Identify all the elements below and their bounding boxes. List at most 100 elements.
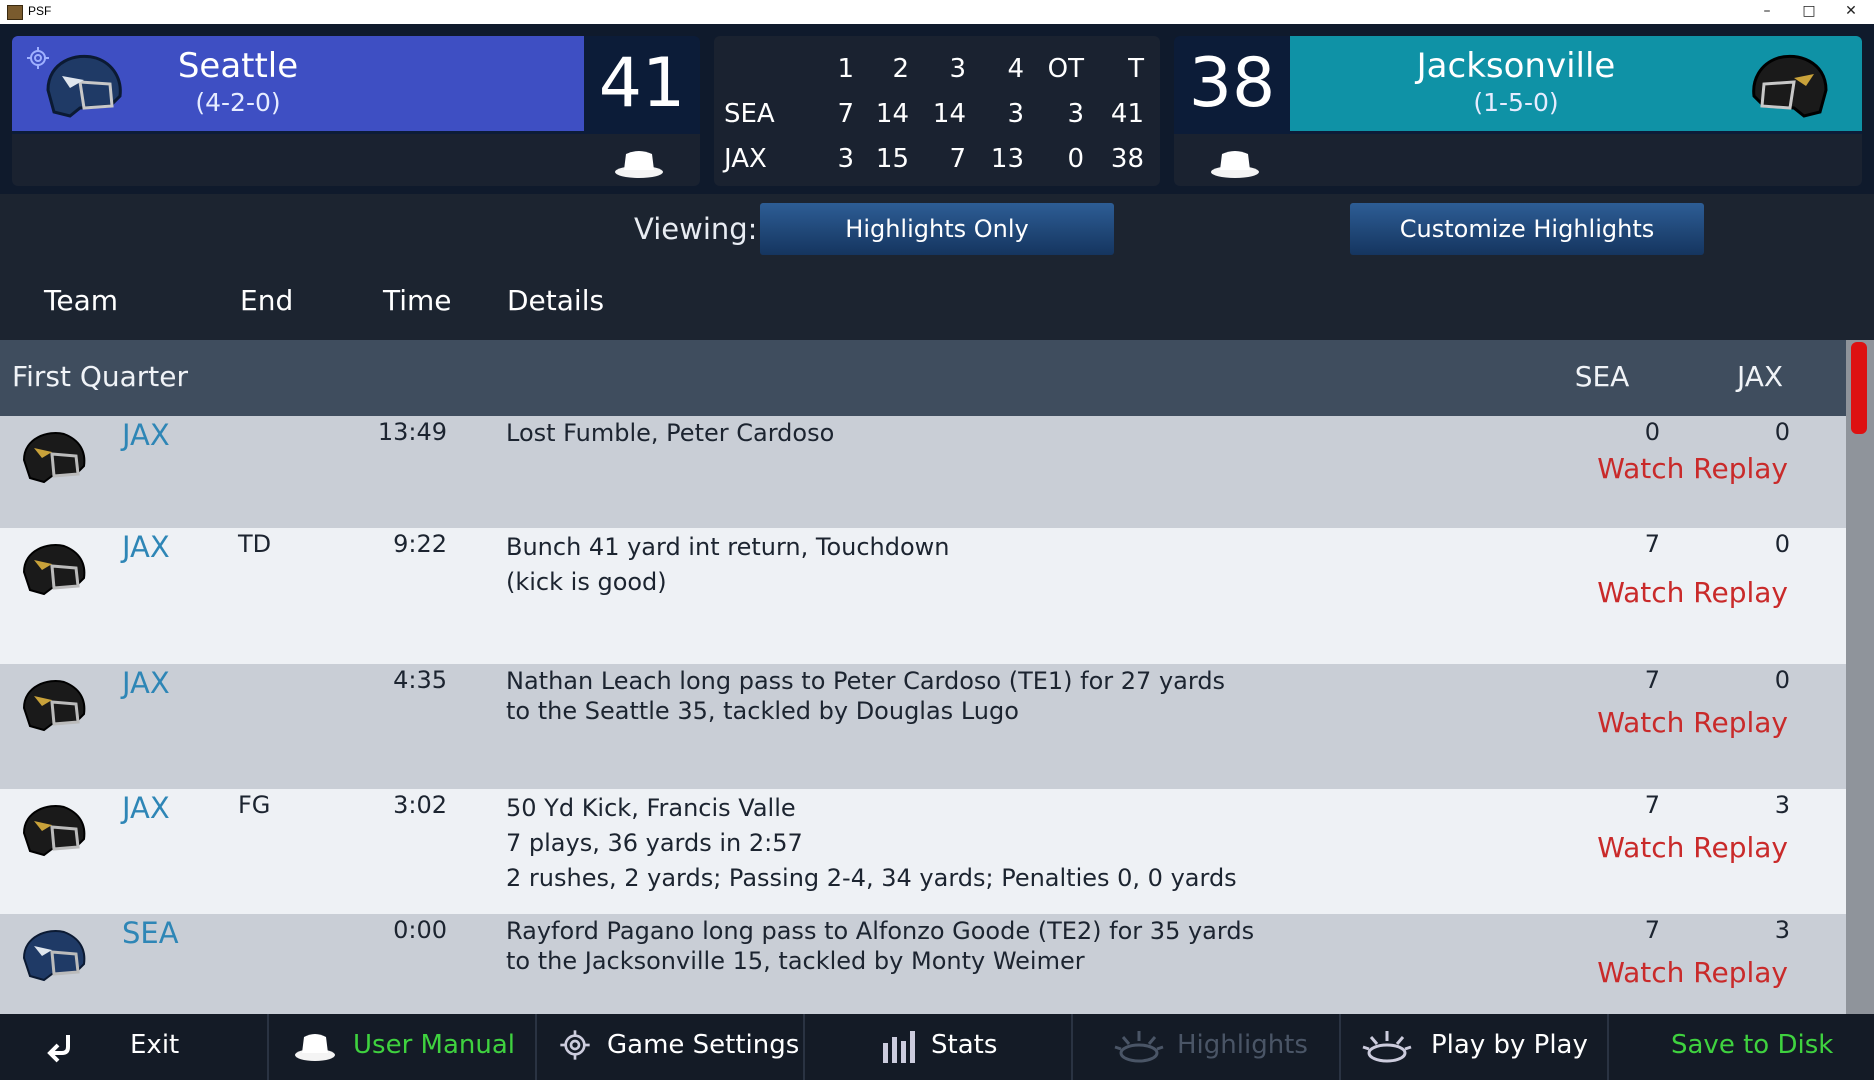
linescore-team: JAX — [724, 144, 767, 174]
column-header-end: End — [240, 284, 294, 317]
play-detail-line: 50 Yd Kick, Francis Valle — [506, 794, 796, 822]
window-titlebar: PSF – □ ✕ — [0, 0, 1874, 24]
watch-replay-link[interactable]: Watch Replay — [1597, 576, 1788, 609]
save-to-disk-button[interactable]: Save to Disk — [1609, 1014, 1874, 1080]
away-team-name: Jacksonville — [1416, 46, 1616, 86]
coach-hat-icon — [615, 151, 663, 178]
play-detail-line: Bunch 41 yard int return, Touchdown — [506, 533, 950, 561]
highlights-button[interactable]: Highlights — [1073, 1014, 1341, 1080]
play-row[interactable]: JAX 4:35 Nathan Leach long pass to Peter… — [0, 664, 1846, 789]
play-row[interactable]: JAX TD 9:22 Bunch 41 yard int return, To… — [0, 528, 1846, 664]
close-button[interactable]: ✕ — [1830, 0, 1872, 24]
stats-button[interactable]: Stats — [805, 1014, 1073, 1080]
linescore-header: 3 — [949, 54, 966, 84]
linescore-value: 3 — [1067, 99, 1084, 129]
linescore-header: 2 — [892, 54, 909, 84]
game-settings-label: Game Settings — [607, 1030, 800, 1060]
jaguar-helmet-icon — [22, 805, 86, 857]
play-details: Bunch 41 yard int return, Touchdown (kic… — [506, 530, 950, 600]
linescore-value: 14 — [875, 99, 909, 129]
home-team-box: Seattle (4-2-0) 41 — [12, 36, 700, 186]
maximize-button[interactable]: □ — [1788, 0, 1830, 24]
play-time: 3:02 — [393, 791, 447, 819]
play-row[interactable]: SEA 0:00 Rayford Pagano long pass to Alf… — [0, 914, 1846, 1014]
play-details: Rayford Pagano long pass to Alfonzo Good… — [506, 916, 1254, 976]
linescore-value: 13 — [990, 144, 1024, 174]
scrollbar-track[interactable] — [1846, 340, 1874, 1014]
play-team[interactable]: JAX — [122, 418, 170, 452]
exit-button[interactable]: Exit — [0, 1014, 269, 1080]
play-detail-line: Nathan Leach long pass to Peter Cardoso … — [506, 667, 1226, 695]
play-detail-line: to the Seattle 35, tackled by Douglas Lu… — [506, 697, 1019, 725]
football-burst-icon — [1114, 1031, 1164, 1063]
play-details: Lost Fumble, Peter Cardoso — [506, 418, 834, 448]
play-team[interactable]: JAX — [122, 791, 170, 825]
viewing-mode-button[interactable]: Highlights Only — [760, 203, 1114, 255]
minimize-button[interactable]: – — [1746, 0, 1788, 24]
linescore-value: 14 — [932, 99, 966, 129]
save-to-disk-label: Save to Disk — [1671, 1030, 1834, 1060]
play-sea-score: 0 — [1644, 418, 1660, 446]
jaguar-helmet-icon — [22, 544, 86, 596]
play-detail-line: 7 plays, 36 yards in 2:57 — [506, 829, 803, 857]
scoreboard: Seattle (4-2-0) 41 1 2 3 4 OT T SEA 7 14… — [0, 24, 1874, 194]
play-time: 13:49 — [377, 418, 447, 446]
customize-highlights-button[interactable]: Customize Highlights — [1350, 203, 1704, 255]
exit-arrow-icon — [47, 1035, 70, 1063]
play-sea-score: 7 — [1644, 791, 1660, 819]
linescore-value: 3 — [837, 144, 854, 174]
quarter-header: First Quarter SEA JAX — [0, 340, 1846, 416]
watch-replay-link[interactable]: Watch Replay — [1597, 706, 1788, 739]
coach-hat-icon — [1211, 151, 1259, 178]
app-icon — [7, 5, 23, 20]
play-detail-line: Rayford Pagano long pass to Alfonzo Good… — [506, 917, 1255, 945]
jaguar-helmet-icon — [22, 432, 86, 484]
play-detail-line: Lost Fumble, Peter Cardoso — [506, 419, 835, 447]
user-manual-button[interactable]: User Manual — [269, 1014, 537, 1080]
game-settings-button[interactable]: Game Settings — [537, 1014, 805, 1080]
linescore: 1 2 3 4 OT T SEA 7 14 14 3 3 41 JAX 3 15… — [714, 36, 1160, 186]
home-team-panel: Seattle (4-2-0) — [12, 36, 584, 131]
play-team[interactable]: SEA — [122, 916, 179, 950]
play-sea-score: 7 — [1644, 916, 1660, 944]
away-team-box: Jacksonville (1-5-0) 38 — [1174, 36, 1862, 186]
linescore-value: 7 — [837, 99, 854, 129]
play-by-play-button[interactable]: Play by Play — [1341, 1014, 1609, 1080]
play-row[interactable]: JAX 13:49 Lost Fumble, Peter Cardoso 0 0… — [0, 416, 1846, 528]
jaguar-helmet-icon — [22, 680, 86, 732]
linescore-header: OT — [1047, 54, 1084, 84]
linescore-header: 4 — [1007, 54, 1024, 84]
away-team-lower — [1174, 134, 1862, 186]
play-details: Nathan Leach long pass to Peter Cardoso … — [506, 666, 1225, 726]
column-header-time: Time — [383, 284, 452, 317]
linescore-value: 3 — [1007, 99, 1024, 129]
quarter-col-jax: JAX — [1736, 360, 1784, 393]
scrollbar-thumb[interactable] — [1851, 342, 1867, 434]
linescore-value: 41 — [1110, 99, 1144, 129]
home-score: 41 — [598, 44, 686, 123]
bar-chart-icon — [883, 1031, 915, 1063]
quarter-title: First Quarter — [12, 360, 188, 393]
quarter-col-sea: SEA — [1574, 360, 1630, 393]
watch-replay-link[interactable]: Watch Replay — [1597, 831, 1788, 864]
away-team-panel: Jacksonville (1-5-0) — [1290, 36, 1862, 131]
home-team-name: Seattle — [177, 46, 299, 86]
play-row[interactable]: JAX FG 3:02 50 Yd Kick, Francis Valle 7 … — [0, 789, 1846, 914]
play-time: 4:35 — [393, 666, 447, 694]
play-jax-score: 0 — [1774, 418, 1790, 446]
away-score: 38 — [1188, 44, 1276, 123]
play-jax-score: 0 — [1774, 666, 1790, 694]
linescore-team: SEA — [724, 99, 775, 129]
gear-icon — [560, 1030, 590, 1060]
play-team[interactable]: JAX — [122, 666, 170, 700]
linescore-value: 7 — [949, 144, 966, 174]
linescore-header: 1 — [837, 54, 854, 84]
plays-list: JAX 13:49 Lost Fumble, Peter Cardoso 0 0… — [0, 416, 1846, 1014]
play-team[interactable]: JAX — [122, 530, 170, 564]
bottom-nav: Exit User Manual Game Settings Stats Hig… — [0, 1014, 1874, 1080]
column-header-team: Team — [44, 284, 119, 317]
linescore-value: 38 — [1110, 144, 1144, 174]
watch-replay-link[interactable]: Watch Replay — [1597, 452, 1788, 485]
watch-replay-link[interactable]: Watch Replay — [1597, 956, 1788, 989]
play-jax-score: 3 — [1774, 916, 1790, 944]
